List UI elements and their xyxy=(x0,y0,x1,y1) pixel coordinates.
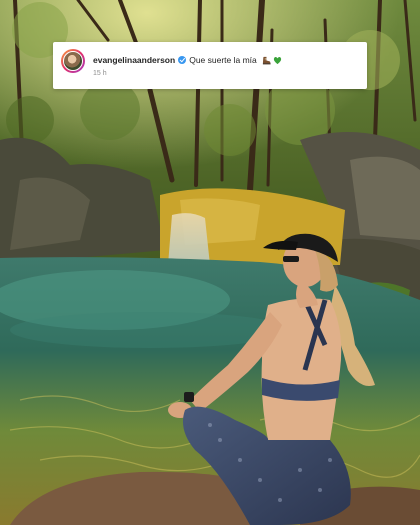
comment-text: Que suerte la mía xyxy=(189,55,257,65)
avatar-image xyxy=(63,51,83,71)
username-link[interactable]: evangelinaanderson xyxy=(93,55,175,65)
green-heart-icon xyxy=(273,56,281,64)
hiking-boot-icon xyxy=(262,56,271,64)
avatar[interactable] xyxy=(61,49,85,73)
comment-timestamp: 15 h xyxy=(93,70,107,77)
comment-card[interactable]: evangelinaanderson Que suerte la mía 15 … xyxy=(53,42,367,89)
verified-badge-icon xyxy=(178,56,187,64)
comment-line: evangelinaanderson Que suerte la mía xyxy=(93,53,282,67)
